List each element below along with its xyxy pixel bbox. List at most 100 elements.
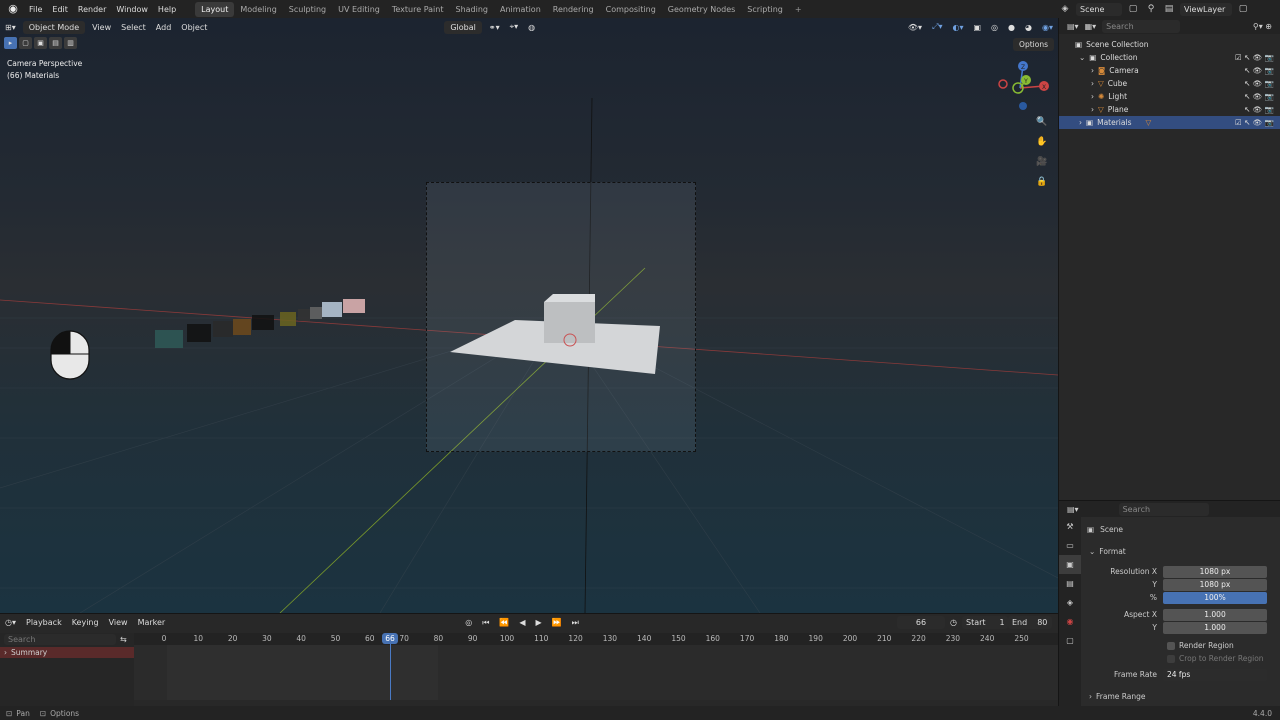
pivot-icon[interactable]: ⚭▾ <box>484 23 505 32</box>
summary-channel[interactable]: › Summary <box>0 647 134 658</box>
menu-view[interactable]: View <box>104 618 133 627</box>
menu-object[interactable]: Object <box>176 23 212 32</box>
shading-solid-icon[interactable]: ● <box>1003 23 1020 32</box>
world-tab-icon[interactable]: ◉ <box>1059 612 1081 631</box>
expand-icon[interactable]: › <box>1091 92 1094 101</box>
select-new-icon[interactable]: ▢ <box>19 37 32 49</box>
jump-end-icon[interactable]: ⏭ <box>567 618 584 628</box>
jump-start-icon[interactable]: ⏮ <box>477 618 494 628</box>
scene-tab-icon[interactable]: ◈ <box>1059 593 1081 612</box>
gizmo-toggle-icon[interactable]: ⤢▾ <box>927 22 947 32</box>
scene-collection-row[interactable]: ▣ Scene Collection <box>1059 38 1280 51</box>
timeline-editor-icon[interactable]: ◷▾ <box>0 618 21 627</box>
play-icon[interactable]: ▶ <box>531 618 547 627</box>
frame-rate-dropdown[interactable]: 24 fps <box>1163 668 1267 681</box>
shading-wireframe-icon[interactable]: ◎ <box>986 23 1003 32</box>
navigation-gizmo[interactable]: X Y Z <box>996 56 1052 112</box>
tab-animation[interactable]: Animation <box>494 2 547 17</box>
menu-window[interactable]: Window <box>111 5 153 14</box>
pin-icon[interactable]: ⚲ <box>1144 2 1158 16</box>
outliner-item-materials[interactable]: › ▣ Materials ▽ ☑ ↖ 👁 📷 <box>1059 116 1280 129</box>
timeline-tracks[interactable]: 66 <box>134 633 1058 700</box>
editor-type-icon[interactable]: ⊞▾ <box>0 23 21 32</box>
blender-logo-icon[interactable]: ◉ <box>6 2 20 16</box>
current-frame-field[interactable]: 66 <box>897 616 946 629</box>
outliner-editor-icon[interactable]: ▤▾ <box>1067 22 1079 31</box>
mode-dropdown[interactable]: Object Mode <box>22 20 86 34</box>
expand-icon[interactable]: › <box>1091 66 1094 75</box>
swap-icon[interactable]: ⇆ <box>120 635 127 644</box>
item-toggles[interactable]: ↖ 👁 📷 <box>1244 92 1274 101</box>
prev-keyframe-icon[interactable]: ⏪ <box>494 618 514 627</box>
menu-select[interactable]: Select <box>116 23 151 32</box>
select-invert-icon[interactable]: ▥ <box>64 37 77 49</box>
preview-range-icon[interactable]: ◷ <box>945 618 962 627</box>
collection-row[interactable]: ⌄ ▣ Collection ☑ ↖ 👁 📷 <box>1059 51 1280 64</box>
menu-help[interactable]: Help <box>153 5 181 14</box>
tab-geometry-nodes[interactable]: Geometry Nodes <box>662 2 741 17</box>
expand-icon[interactable]: › <box>1079 118 1082 127</box>
record-icon[interactable]: ◎ <box>460 618 477 627</box>
options-button[interactable]: Options <box>1013 38 1054 51</box>
aspect-y-field[interactable]: 1.000 <box>1163 621 1267 634</box>
menu-marker[interactable]: Marker <box>133 618 171 627</box>
shading-material-icon[interactable]: ◕ <box>1020 23 1037 32</box>
tab-uv-editing[interactable]: UV Editing <box>332 2 386 17</box>
filter-icon[interactable]: ⚲▾ ⊕ <box>1253 22 1272 31</box>
outliner-item-cube[interactable]: › ▽ Cube ↖ 👁 📷 <box>1059 77 1280 90</box>
properties-editor-icon[interactable]: ▤▾ <box>1067 505 1079 514</box>
overlay-toggle-icon[interactable]: ◐▾ <box>947 23 968 32</box>
proportional-edit-icon[interactable]: ◍ <box>523 23 540 32</box>
outliner-item-light[interactable]: › ✺ Light ↖ 👁 📷 <box>1059 90 1280 103</box>
tool-tab-icon[interactable]: ⚒ <box>1059 517 1081 536</box>
select-subtract-icon[interactable]: ▤ <box>49 37 62 49</box>
transform-orientation-dropdown[interactable]: Global <box>444 20 482 34</box>
properties-search-input[interactable]: Search <box>1118 502 1209 516</box>
snap-icon[interactable]: ⌖▾ <box>505 22 524 32</box>
render-region-checkbox[interactable]: Render Region <box>1167 639 1234 652</box>
view-layer-field[interactable]: ViewLayer <box>1180 2 1232 16</box>
scene-field[interactable]: Scene <box>1076 2 1122 16</box>
item-toggles[interactable]: ☑ ↖ 👁 📷 <box>1235 118 1274 127</box>
new-scene-icon[interactable]: ▢ <box>1126 2 1140 16</box>
view-layer-tab-icon[interactable]: ▤ <box>1059 574 1081 593</box>
camera-view-icon[interactable]: 🎥 <box>1034 154 1050 170</box>
item-toggles[interactable]: ↖ 👁 📷 <box>1244 79 1274 88</box>
crop-region-checkbox[interactable]: Crop to Render Region <box>1167 652 1264 665</box>
collection-toggles[interactable]: ☑ ↖ 👁 📷 <box>1235 53 1274 62</box>
lock-icon[interactable]: 🔒 <box>1034 174 1050 190</box>
new-view-layer-icon[interactable]: ▢ <box>1236 2 1250 16</box>
outliner-item-plane[interactable]: › ▽ Plane ↖ 👁 📷 <box>1059 103 1280 116</box>
tab-modeling[interactable]: Modeling <box>234 2 282 17</box>
menu-keying[interactable]: Keying <box>67 618 104 627</box>
output-tab-icon[interactable]: ▣ <box>1059 555 1081 574</box>
tab-layout[interactable]: Layout <box>195 1 235 17</box>
frame-range-section-header[interactable]: › Frame Range <box>1089 690 1146 703</box>
start-frame-field[interactable]: Start 1 <box>962 616 1008 629</box>
frame-ruler[interactable]: 0 10 20 30 40 50 60 70 80 90 100 110 120 130 140 150 160… <box>134 633 1058 645</box>
tab-shading[interactable]: Shading <box>449 2 494 17</box>
tab-rendering[interactable]: Rendering <box>547 2 600 17</box>
visibility-icon[interactable]: 👁▾ <box>903 23 927 32</box>
tab-scripting[interactable]: Scripting <box>741 2 789 17</box>
menu-edit[interactable]: Edit <box>47 5 73 14</box>
expand-icon[interactable]: › <box>1091 105 1094 114</box>
pan-hand-icon[interactable]: ✋ <box>1034 134 1050 150</box>
menu-view[interactable]: View <box>87 23 116 32</box>
3d-viewport[interactable]: ⊞▾ Object Mode View Select Add Object Gl… <box>0 18 1058 613</box>
resolution-x-field[interactable]: 1080 px <box>1163 565 1267 578</box>
shading-rendered-icon[interactable]: ◉▾ <box>1037 23 1058 32</box>
menu-playback[interactable]: Playback <box>21 618 67 627</box>
expand-icon[interactable]: › <box>1091 79 1094 88</box>
tab-sculpting[interactable]: Sculpting <box>283 2 332 17</box>
outliner-search-input[interactable]: Search <box>1102 19 1181 33</box>
select-tool-icon[interactable]: ▸ <box>4 37 17 49</box>
play-reverse-icon[interactable]: ◀ <box>514 618 530 627</box>
next-keyframe-icon[interactable]: ⏩ <box>547 618 567 627</box>
collection-tab-icon[interactable]: ▢ <box>1059 631 1081 650</box>
aspect-x-field[interactable]: 1.000 <box>1163 608 1267 621</box>
resolution-y-field[interactable]: 1080 px <box>1163 578 1267 591</box>
expand-icon[interactable]: ⌄ <box>1079 53 1085 62</box>
tab-compositing[interactable]: Compositing <box>600 2 662 17</box>
outliner-item-camera[interactable]: › ◙ Camera ↖ 👁 📷 <box>1059 64 1280 77</box>
